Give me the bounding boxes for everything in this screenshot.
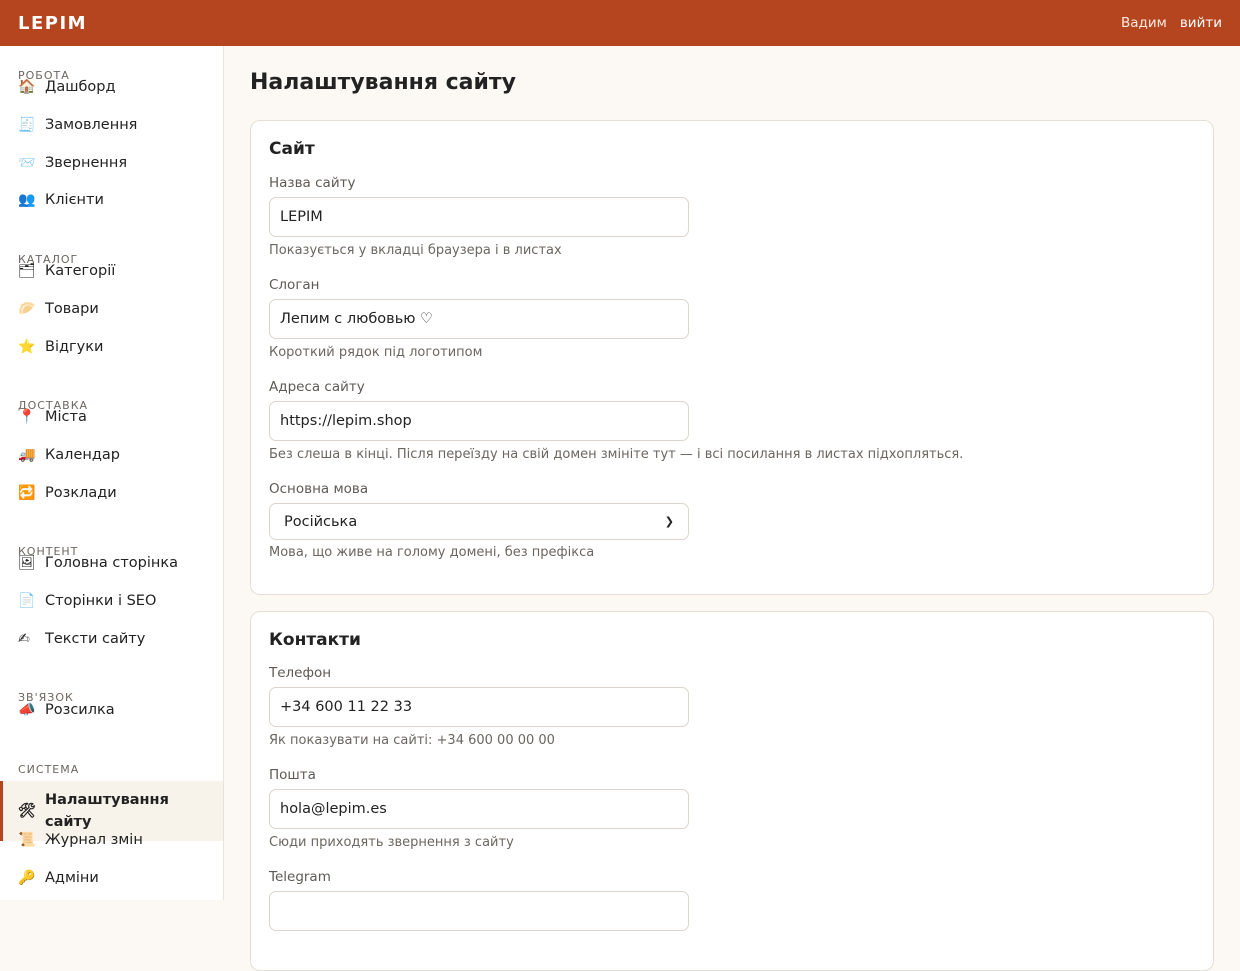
sidebar-item-label: Журнал змін [45,832,143,848]
email-input[interactable] [269,789,689,829]
phone-hint: Як показувати на сайті: +34 600 00 00 00 [269,733,555,748]
card-title-site: Сайт [269,139,315,159]
sidebar-item[interactable]: 🧾 Замовлення [0,106,223,144]
phone-input[interactable] [269,687,689,727]
phone-label: Телефон [269,665,332,681]
sidebar-item-label: Замовлення [45,117,138,133]
sidebar-item[interactable]: 📄 Сторінки і SEO [0,582,223,620]
language-hint: Мова, що живе на голому домені, без преф… [269,545,595,560]
logout-link[interactable]: вийти [1180,15,1222,31]
sidebar-item-label: Дашборд [45,79,116,95]
sidebar: Робота 🏠 Дашборд 🧾 Замовлення 📨 Звернення 👥 Кліє… [0,46,224,900]
card-index-icon: 🗂 [18,263,36,279]
sidebar-item-label: Адміни [45,870,99,886]
sidebar-item-label: Календар [45,447,120,463]
site-name-input[interactable] [269,197,689,237]
sidebar-item-label: Звернення [45,155,128,171]
sidebar-item-label: Міста [45,409,87,425]
site-url-input[interactable] [269,401,689,441]
site-url-hint: Без слеша в кінці. Після переїзду на сві… [269,447,964,462]
sidebar-item[interactable]: 👥 Клієнти [0,181,223,219]
dumpling-icon: 🥟 [18,301,36,317]
sidebar-item[interactable]: 📍 Міста [0,398,223,436]
pin-icon: 📍 [18,409,36,425]
page-title: Налаштування сайту [250,70,517,95]
card-title-contacts: Контакти [269,630,361,650]
sidebar-item[interactable]: 🔑 Адміни [0,859,223,897]
tools-icon: 🛠 [18,803,36,819]
sidebar-item-label: Товари [45,301,99,317]
truck-icon: 🚚 [18,447,36,463]
telegram-label: Telegram [269,869,331,885]
sidebar-item-label: Розклади [45,485,117,501]
brand-logo[interactable]: LEPIM [18,13,87,34]
email-hint: Сюди приходять звернення з сайту [269,835,514,850]
sidebar-item[interactable]: 📣 Розсилка [0,691,223,729]
sidebar-item[interactable]: 📜 Журнал змін [0,821,223,859]
sidebar-item-label: Клієнти [45,192,104,208]
sidebar-item[interactable]: 🥟 Товари [0,290,223,328]
slogan-label: Слоган [269,277,320,293]
sidebar-item-label: Головна сторінка [45,555,179,571]
writing-hand-icon: ✍ [18,631,30,647]
sidebar-item[interactable]: 🖼 Головна сторінка [0,544,223,582]
incoming-envelope-icon: 📨 [18,155,36,171]
sidebar-section-title: Система [18,763,80,776]
user-menu: Вадим вийти [1121,15,1222,31]
language-select[interactable]: Російська ❯ [269,503,689,540]
chevron-down-icon: ❯ [664,515,674,528]
sidebar-item[interactable]: 🏠 Дашборд [0,68,223,106]
repeat-icon: 🔁 [18,485,36,501]
sidebar-item[interactable]: 🚚 Календар [0,436,223,474]
site-name-hint: Показується у вкладці браузера і в листа… [269,243,562,258]
sidebar-item[interactable]: 🗂 Категорії [0,252,223,290]
receipt-icon: 🧾 [18,117,36,133]
slogan-hint: Короткий рядок під логотипом [269,345,483,360]
language-selected-value: Російська [284,513,358,530]
key-icon: 🔑 [18,870,36,886]
language-label: Основна мова [269,481,369,497]
slogan-input[interactable] [269,299,689,339]
email-label: Пошта [269,767,316,783]
sidebar-item[interactable]: ⭐ Відгуки [0,328,223,366]
scroll-icon: 📜 [18,832,36,848]
user-name: Вадим [1121,15,1167,31]
site-name-label: Назва сайту [269,175,356,191]
sidebar-item-label: Розсилка [45,702,115,718]
sidebar-item[interactable]: 📨 Звернення [0,144,223,182]
top-bar: LEPIM Вадим вийти [0,0,1240,46]
telegram-input[interactable] [269,891,689,931]
contacts-card: Контакти Телефон Як показувати на сайті:… [250,611,1214,971]
site-url-label: Адреса сайту [269,379,365,395]
sidebar-item-label: Сторінки і SEO [45,593,157,609]
sidebar-item[interactable]: ✍ Тексти сайту [0,620,223,658]
users-icon: 👥 [18,192,36,208]
megaphone-icon: 📣 [18,702,36,718]
star-icon: ⭐ [18,339,36,355]
site-settings-card: Сайт Назва сайту Показується у вкладці б… [250,120,1214,595]
sidebar-item-label: Тексти сайту [45,631,146,647]
sidebar-item-label: Категорії [45,263,116,279]
picture-icon: 🖼 [18,555,36,571]
home-icon: 🏠 [18,79,36,95]
page-icon: 📄 [18,593,36,609]
sidebar-item[interactable]: 🔁 Розклади [0,474,223,512]
sidebar-item-label: Відгуки [45,339,104,355]
